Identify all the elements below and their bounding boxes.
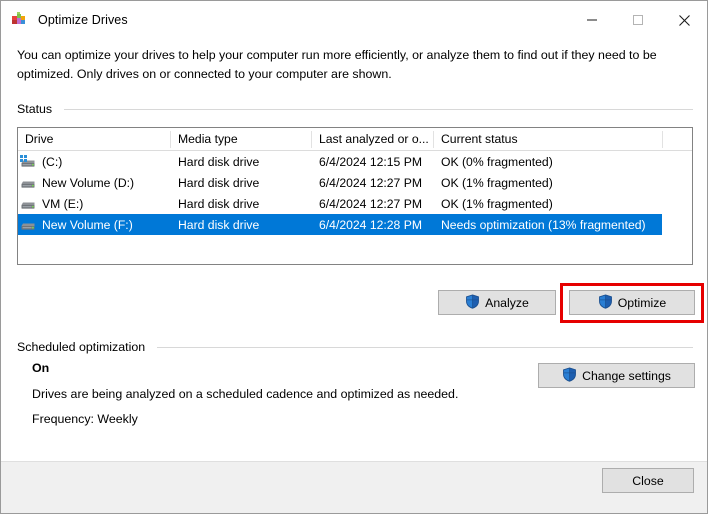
cell-last-analyzed: 6/4/2024 12:27 PM [312,172,433,193]
window-title: Optimize Drives [38,13,128,27]
status-group-label: Status [17,102,52,116]
cell-last-analyzed: 6/4/2024 12:15 PM [312,151,433,172]
cell-last-analyzed: 6/4/2024 12:28 PM [312,214,433,235]
scheduled-group-label: Scheduled optimization [17,340,145,354]
uac-shield-icon [562,367,577,385]
column-separator-4[interactable] [662,131,663,148]
analyze-button-label: Analyze [485,296,529,310]
cell-drive: New Volume (D:) [18,172,170,193]
cell-current-status: OK (1% fragmented) [434,193,662,214]
optimize-button[interactable]: Optimize [569,290,695,315]
cell-drive: New Volume (F:) [18,214,170,235]
close-dialog-button[interactable]: Close [602,468,694,493]
cell-media-type: Hard disk drive [171,172,311,193]
optimize-drives-window: Optimize Drives You can optimize your dr [0,0,708,514]
column-header-last-analyzed[interactable]: Last analyzed or o... [312,128,433,150]
table-row[interactable]: New Volume (F:)Hard disk drive6/4/2024 1… [18,214,662,235]
maximize-button[interactable] [615,1,661,39]
defrag-blocks-icon [11,11,29,29]
status-group-header: Status [17,102,693,116]
drives-list-header: Drive Media type Last analyzed or o... C… [18,128,692,151]
cell-drive: VM (E:) [18,193,170,214]
change-settings-button[interactable]: Change settings [538,363,695,388]
cell-last-analyzed: 6/4/2024 12:27 PM [312,193,433,214]
column-header-drive[interactable]: Drive [18,128,170,150]
table-row[interactable]: New Volume (D:)Hard disk drive6/4/2024 1… [18,172,692,193]
group-divider-line [64,109,693,110]
uac-shield-icon [465,294,480,312]
schedule-frequency: Frequency: Weekly [32,412,138,426]
uac-shield-icon [598,294,613,312]
close-button[interactable] [661,1,707,39]
cell-media-type: Hard disk drive [171,214,311,235]
column-header-media-type[interactable]: Media type [171,128,311,150]
scheduled-group-header: Scheduled optimization [17,340,693,354]
group-divider-line [157,347,693,348]
schedule-state: On [32,361,49,375]
column-header-current-status[interactable]: Current status [434,128,662,150]
optimize-button-label: Optimize [618,296,667,310]
drives-list-rows: (C:)Hard disk drive6/4/2024 12:15 PMOK (… [18,151,692,235]
cell-current-status: OK (0% fragmented) [434,151,662,172]
change-settings-button-label: Change settings [582,369,671,383]
close-dialog-button-label: Close [632,474,663,488]
window-controls [569,1,707,39]
title-bar: Optimize Drives [1,1,707,39]
cell-media-type: Hard disk drive [171,151,311,172]
cell-current-status: OK (1% fragmented) [434,172,662,193]
minimize-button[interactable] [569,1,615,39]
cell-drive: (C:) [18,151,170,172]
schedule-description: Drives are being analyzed on a scheduled… [32,387,458,401]
window-description: You can optimize your drives to help you… [17,46,677,84]
table-row[interactable]: VM (E:)Hard disk drive6/4/2024 12:27 PMO… [18,193,692,214]
analyze-button[interactable]: Analyze [438,290,556,315]
cell-media-type: Hard disk drive [171,193,311,214]
cell-current-status: Needs optimization (13% fragmented) [434,214,662,235]
drives-list[interactable]: Drive Media type Last analyzed or o... C… [17,127,693,265]
table-row[interactable]: (C:)Hard disk drive6/4/2024 12:15 PMOK (… [18,151,692,172]
